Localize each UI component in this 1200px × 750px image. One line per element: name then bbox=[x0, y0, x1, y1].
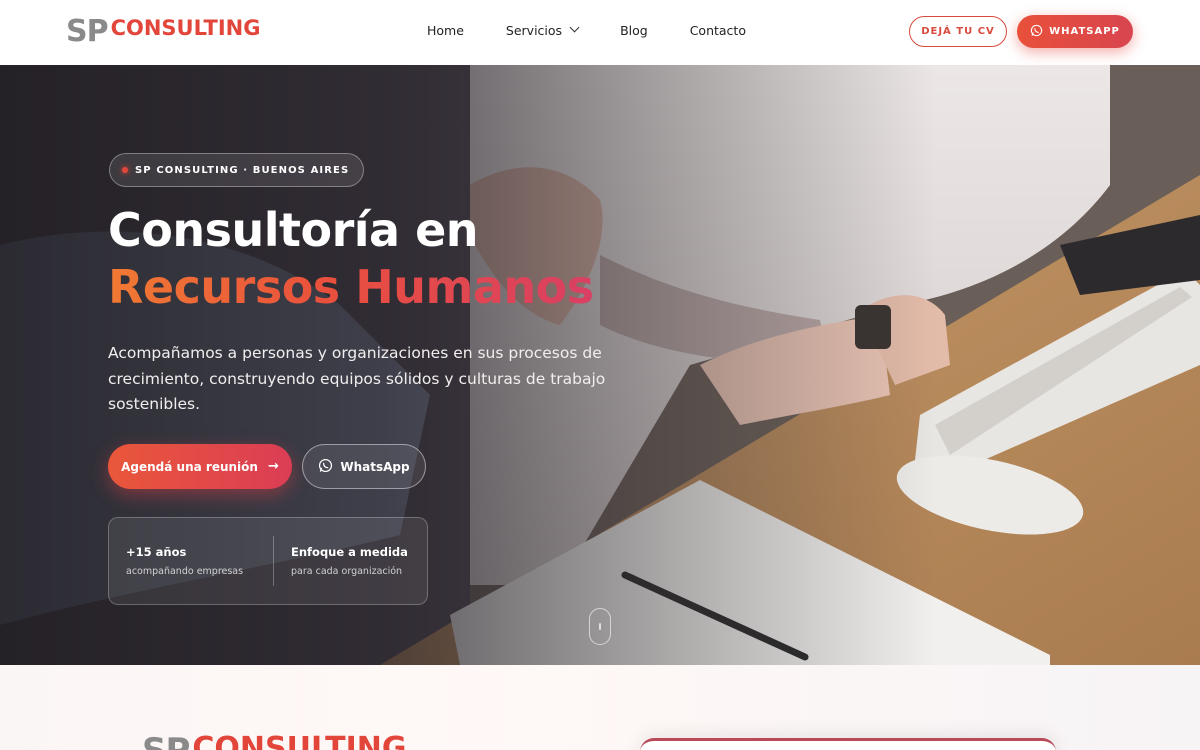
arrow-right-icon: → bbox=[267, 459, 279, 474]
stat-years: +15 años acompañando empresas bbox=[109, 545, 273, 577]
scroll-wheel bbox=[599, 623, 601, 630]
badge-dot bbox=[122, 167, 128, 173]
logo-consulting-text: CONSULTING bbox=[192, 731, 407, 750]
schedule-meeting-button[interactable]: Agendá una reunión → bbox=[108, 444, 292, 489]
hero-title-line2: Recursos Humanos bbox=[108, 260, 594, 314]
about-logo: SP CONSULTING bbox=[142, 731, 407, 750]
nav-item-label: Servicios bbox=[505, 23, 563, 38]
logo-sp-text: SP bbox=[66, 14, 109, 49]
whatsapp-icon bbox=[1030, 24, 1043, 40]
stat-subtitle: para cada organización bbox=[291, 566, 403, 577]
whatsapp-header-button[interactable]: WHATSAPP bbox=[1017, 15, 1133, 48]
nav-item-contacto[interactable]: Contacto bbox=[690, 23, 746, 38]
whatsapp-header-label: WHATSAPP bbox=[1049, 26, 1120, 37]
about-card bbox=[640, 738, 1056, 750]
hero-lead-text: Acompañamos a personas y organizaciones … bbox=[108, 344, 606, 413]
stat-subtitle: acompañando empresas bbox=[126, 566, 244, 577]
chevron-down-icon bbox=[569, 22, 580, 33]
logo-sp-text: SP bbox=[142, 731, 190, 750]
about-section: SP CONSULTING bbox=[0, 665, 1200, 750]
whatsapp-hero-button[interactable]: WhatsApp bbox=[302, 444, 426, 489]
main-nav: Home Servicios Blog Contacto bbox=[427, 22, 788, 38]
nav-item-blog[interactable]: Blog bbox=[620, 23, 648, 38]
schedule-meeting-label: Agendá una reunión bbox=[121, 459, 258, 474]
leave-cv-button[interactable]: DEJÁ TU CV bbox=[909, 16, 1007, 47]
stats-card: +15 años acompañando empresas Enfoque a … bbox=[108, 517, 428, 605]
stat-title: +15 años bbox=[126, 545, 187, 559]
whatsapp-icon bbox=[318, 458, 333, 476]
nav-item-home[interactable]: Home bbox=[427, 23, 464, 38]
badge-label: SP CONSULTING · BUENOS AIRES bbox=[135, 164, 350, 176]
whatsapp-hero-label: WhatsApp bbox=[340, 459, 410, 474]
stat-approach: Enfoque a medida para cada organización bbox=[274, 545, 408, 577]
hero-title-line1: Consultoría en bbox=[108, 203, 479, 257]
location-badge: SP CONSULTING · BUENOS AIRES bbox=[109, 153, 365, 187]
nav-item-label: Home bbox=[427, 23, 464, 38]
logo-consulting-text: CONSULTING bbox=[110, 16, 261, 40]
nav-item-label: Contacto bbox=[689, 23, 746, 38]
leave-cv-label: DEJÁ TU CV bbox=[921, 26, 995, 37]
stat-title: Enfoque a medida bbox=[291, 545, 408, 559]
scroll-mouse-icon[interactable] bbox=[589, 608, 611, 645]
site-header: SP CONSULTING Home Servicios Blog Contac… bbox=[0, 0, 1200, 65]
nav-item-servicios[interactable]: Servicios bbox=[505, 22, 580, 38]
hero-section: SP CONSULTING · BUENOS AIRES Consultoría… bbox=[0, 65, 1200, 665]
logo[interactable]: SP CONSULTING bbox=[66, 14, 260, 49]
nav-item-label: Blog bbox=[620, 23, 648, 38]
